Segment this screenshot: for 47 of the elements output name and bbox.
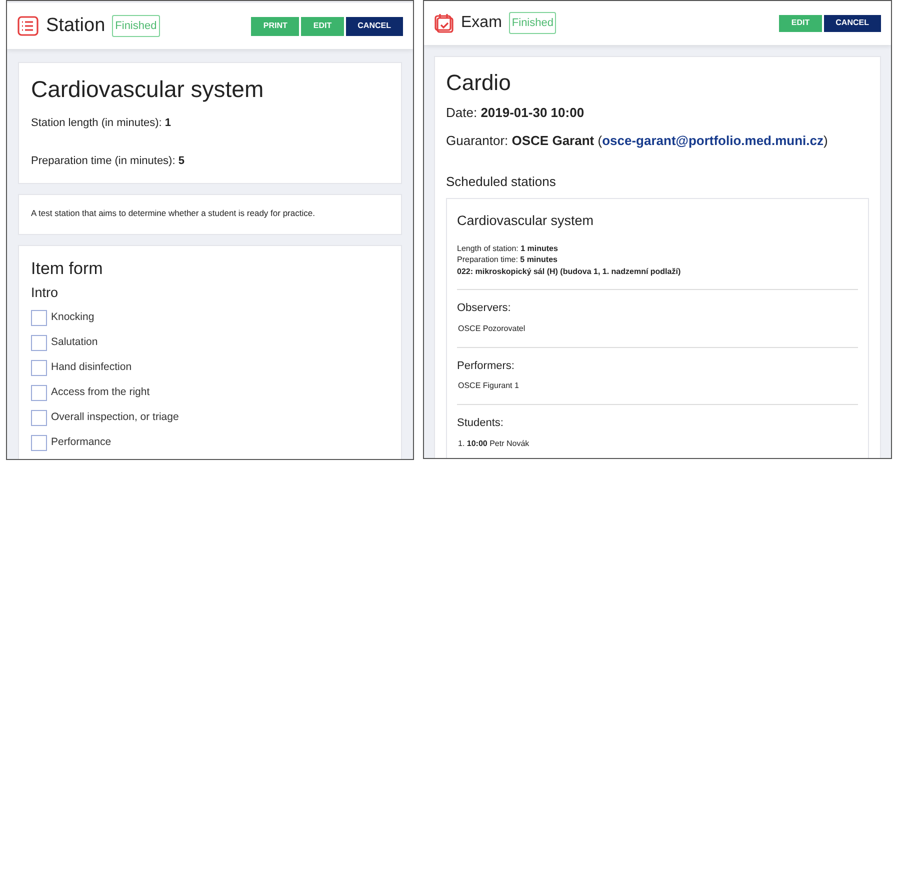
station-name: Cardiovascular system bbox=[457, 212, 595, 230]
checkbox-row[interactable]: Access from the right bbox=[31, 380, 389, 405]
list-entry: 1. 10:00 Petr Novák bbox=[458, 438, 530, 450]
station-detail: Length of station: 1 minutes bbox=[457, 242, 559, 254]
station-name: Cardiovascular system bbox=[31, 75, 265, 103]
form-title: Item form bbox=[31, 258, 104, 279]
station-field: Preparation time (in minutes): 5 bbox=[31, 152, 389, 169]
checkbox[interactable] bbox=[31, 410, 47, 426]
checkbox[interactable] bbox=[31, 384, 47, 400]
page-title: Station bbox=[46, 14, 106, 38]
checkbox[interactable] bbox=[31, 360, 47, 376]
section-heading: Scheduled stations bbox=[446, 173, 557, 191]
checkbox-row[interactable]: Salutation bbox=[31, 330, 389, 355]
section-title: Students: bbox=[457, 416, 504, 432]
checkbox-row[interactable]: Overall inspection, or triage bbox=[31, 405, 389, 430]
email-link[interactable]: osce-garant@portfolio.med.muni.cz bbox=[602, 132, 824, 148]
checkbox-label: Hand disinfection bbox=[51, 360, 132, 375]
station-detail: Preparation time: 5 minutes bbox=[457, 254, 558, 266]
status-badge: Finished bbox=[508, 12, 556, 34]
checkbox-label: Access from the right bbox=[51, 384, 150, 400]
exam-date: Date: 2019-01-30 10:00 bbox=[446, 104, 586, 122]
section-title: Observers: bbox=[457, 301, 512, 316]
checkbox[interactable] bbox=[31, 334, 47, 350]
station-field: Station length (in minutes): 1 bbox=[31, 115, 389, 132]
list-entry: OSCE Figurant 1 bbox=[458, 380, 520, 392]
checkbox[interactable] bbox=[31, 310, 47, 326]
action-button[interactable]: CANCEL bbox=[346, 16, 403, 36]
station-description: A test station that aims to determine whether a student is ready for practice. bbox=[31, 207, 316, 220]
guarantor-text: Guarantor: OSCE Garant (osce-garant@portfolio.med.muni.cz) bbox=[446, 132, 829, 150]
checkbox-label: Overall inspection, or triage bbox=[51, 410, 179, 425]
list-entry: OSCE Pozorovatel bbox=[458, 322, 526, 335]
station-detail: 022: mikroskopický sál (H) (budova 1, 1. nadzemní podlaží) bbox=[457, 266, 682, 278]
status-badge: Finished bbox=[112, 14, 160, 38]
checkbox-label: Salutation bbox=[51, 334, 98, 350]
page-title: Exam bbox=[461, 13, 502, 33]
checkbox-label: Knocking bbox=[51, 310, 94, 325]
checkbox-row[interactable]: Performance bbox=[31, 430, 389, 455]
checkbox-row[interactable]: Hand disinfection bbox=[31, 355, 389, 380]
checkbox[interactable] bbox=[31, 434, 47, 450]
calendar-check-icon bbox=[434, 12, 454, 34]
checkbox-row[interactable]: Knocking bbox=[31, 305, 389, 330]
action-button[interactable]: CANCEL bbox=[824, 14, 881, 32]
section-title: Intro bbox=[31, 284, 60, 302]
section-title: Performers: bbox=[457, 358, 516, 374]
checkbox-label: Performance bbox=[51, 434, 112, 450]
exam-name: Cardio bbox=[446, 69, 512, 97]
list-icon bbox=[17, 15, 39, 37]
